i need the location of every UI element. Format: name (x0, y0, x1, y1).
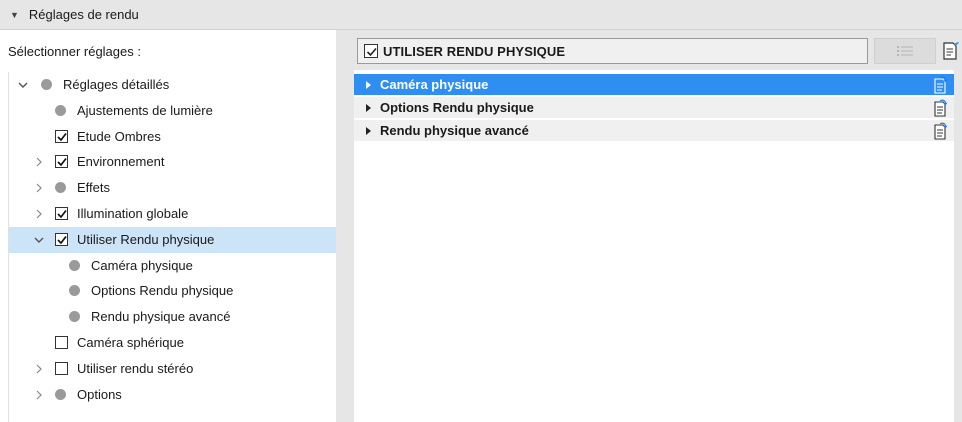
physical-render-toggle[interactable]: UTILISER RENDU PHYSIQUE (357, 38, 868, 64)
tree-checkbox[interactable] (55, 336, 68, 349)
status-dot-icon (69, 311, 80, 323)
settings-panel: Caméra physique Options Rendu physique Ren… (354, 74, 954, 422)
tree-checkbox[interactable] (55, 207, 68, 220)
physical-render-checkbox[interactable] (364, 44, 378, 58)
tree-checkbox[interactable] (55, 155, 68, 169)
tree-row[interactable]: Utiliser Rendu physique (9, 226, 337, 253)
tree-row[interactable]: Options (9, 382, 337, 408)
settings-tree: Réglages détaillés Ajustements de lumière… (8, 72, 337, 422)
tree-row-label: Utiliser rendu stéréo (77, 360, 194, 376)
tree-row[interactable]: Effets (9, 175, 337, 201)
triangle-right-icon[interactable] (366, 104, 371, 112)
tree-row-label: Options (77, 386, 122, 402)
tree-row-label: Ajustements de lumière (77, 102, 213, 118)
tree-row[interactable]: Etude Ombres (9, 124, 337, 150)
chevron-right-icon[interactable] (33, 363, 45, 375)
panel-section-row[interactable]: Options Rendu physique (354, 97, 954, 119)
chevron-right-icon[interactable] (33, 389, 45, 401)
tree-row-label: Effets (77, 180, 111, 196)
tree-row[interactable]: Utiliser rendu stéréo (9, 356, 337, 382)
tree-row[interactable]: Rendu physique avancé (9, 304, 337, 330)
document-settings-icon[interactable] (932, 99, 948, 117)
tree-checkbox[interactable] (55, 129, 68, 143)
edit-document-button[interactable] (940, 38, 962, 64)
panel-divider (336, 30, 354, 422)
chevron-right-icon[interactable] (33, 182, 45, 194)
status-dot-icon (55, 104, 66, 116)
tree-row-label: Environnement (77, 154, 165, 170)
panel-section-label: Rendu physique avancé (380, 123, 529, 138)
chevron-down-icon[interactable] (33, 234, 45, 246)
tree-row-label: Options Rendu physique (91, 283, 234, 299)
status-dot-icon (55, 182, 66, 194)
panel-section-row[interactable]: Rendu physique avancé (354, 120, 954, 142)
tree-row[interactable]: Caméra sphérique (9, 330, 337, 356)
tree-checkbox[interactable] (55, 361, 68, 375)
status-dot-icon (69, 285, 80, 297)
tree-row[interactable]: Ajustements de lumière (9, 98, 337, 124)
physical-render-label: UTILISER RENDU PHYSIQUE (383, 44, 566, 59)
panel-section-label: Options Rendu physique (380, 100, 534, 115)
tree-row-label: Illumination globale (77, 206, 189, 221)
tree-row-label: Rendu physique avancé (91, 309, 231, 325)
tree-row-label: Caméra sphérique (77, 335, 184, 350)
triangle-down-icon[interactable]: ▼ (10, 10, 19, 20)
status-dot-icon (41, 79, 52, 90)
chevron-down-icon[interactable] (17, 79, 29, 91)
tree-row[interactable]: Illumination globale (9, 201, 337, 227)
tree-row-label: Utiliser Rendu physique (77, 231, 215, 247)
list-view-button[interactable] (874, 38, 936, 64)
tree-row-label: Réglages détaillés (63, 77, 170, 92)
status-dot-icon (69, 259, 80, 271)
triangle-right-icon[interactable] (366, 81, 371, 89)
chevron-right-icon[interactable] (33, 156, 45, 168)
document-settings-icon[interactable] (932, 122, 948, 140)
tree-row[interactable]: Réglages détaillés (9, 72, 337, 98)
select-settings-label: Sélectionner réglages : (8, 44, 141, 59)
tree-row[interactable]: Options Rendu physique (9, 278, 337, 304)
right-edge (954, 30, 962, 422)
tree-row-label: Caméra physique (91, 257, 193, 273)
tree-checkbox[interactable] (55, 232, 68, 246)
panel-section-row[interactable]: Caméra physique (354, 74, 954, 96)
status-dot-icon (55, 388, 66, 400)
tree-row[interactable]: Environnement (9, 149, 337, 175)
section-header[interactable]: ▼ Réglages de rendu (0, 0, 962, 30)
tree-row[interactable]: Caméra physique (9, 253, 337, 279)
chevron-right-icon[interactable] (33, 208, 45, 220)
document-settings-icon[interactable] (932, 76, 948, 94)
triangle-right-icon[interactable] (366, 127, 371, 135)
panel-section-label: Caméra physique (380, 77, 489, 92)
edit-document-icon (943, 42, 959, 60)
tree-row-label: Etude Ombres (77, 128, 161, 144)
section-title: Réglages de rendu (28, 7, 139, 22)
list-view-icon (897, 46, 913, 56)
